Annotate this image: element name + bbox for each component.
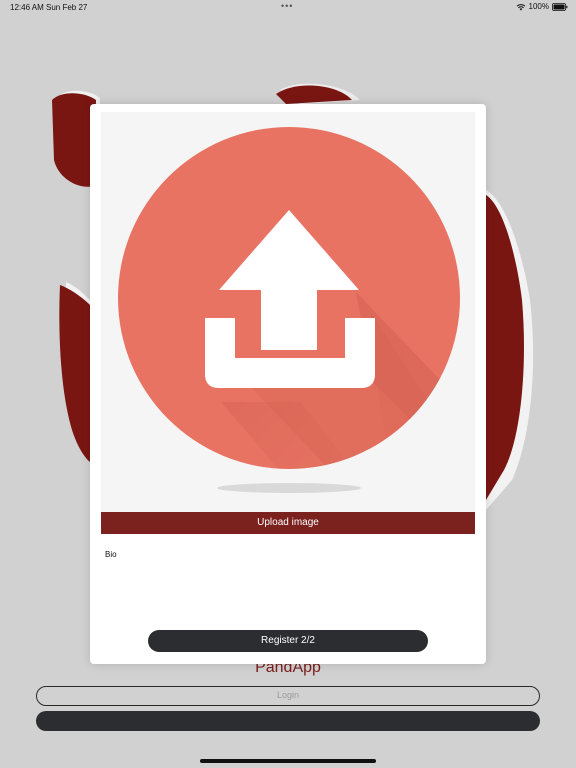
bio-field[interactable]: [101, 544, 475, 624]
register-button[interactable]: Register 2/2: [148, 630, 428, 652]
upload-image-preview[interactable]: [101, 112, 475, 512]
register-background-button[interactable]: [36, 711, 540, 731]
home-indicator: [200, 759, 376, 763]
login-button[interactable]: Login: [36, 686, 540, 706]
upload-tray-icon: [118, 127, 460, 493]
register-modal: Upload image Register 2/2: [90, 104, 486, 664]
upload-image-button[interactable]: Upload image: [101, 512, 475, 534]
